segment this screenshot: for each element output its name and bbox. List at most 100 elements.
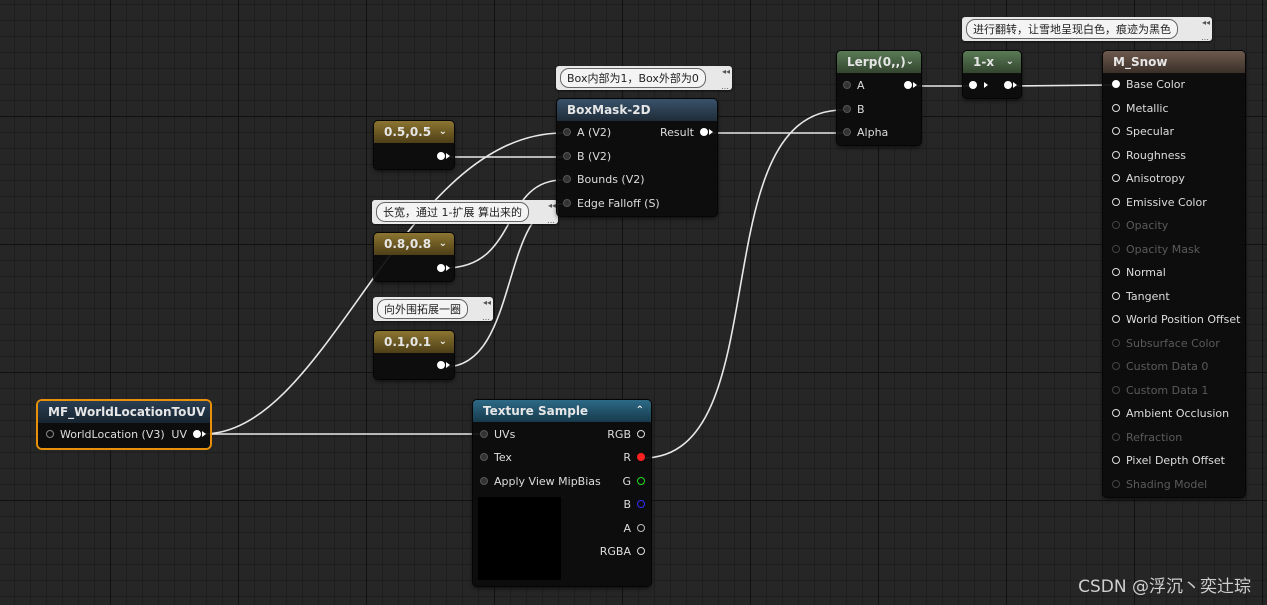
material-input-pin[interactable]: Ambient Occlusion	[1112, 406, 1229, 422]
output-pin-rgb[interactable]: RGB	[607, 427, 645, 443]
material-input-pin[interactable]: Specular	[1112, 124, 1174, 140]
one-minus-node[interactable]: 1-x ⌄	[963, 51, 1021, 98]
function-node-worldlocation-to-uv[interactable]: MF_WorldLocationToUV WorldLocation (V3) …	[38, 401, 210, 448]
comment-size[interactable]: 长宽，通过 1-扩展 算出来的 ◂◂ …	[372, 200, 558, 225]
output-pin-rgba[interactable]: RGBA	[600, 544, 645, 560]
pin-label: Tangent	[1126, 289, 1170, 303]
output-pin-uv[interactable]: UV	[171, 427, 206, 443]
pin-label: Alpha	[857, 126, 889, 139]
pin-icon	[1112, 456, 1120, 464]
pin-label: G	[622, 475, 631, 488]
comment-size-text: 长宽，通过 1-扩展 算出来的	[376, 202, 529, 222]
comment-invert[interactable]: 进行翻转，让雪地呈现白色，痕迹为黑色 ◂◂ …	[962, 17, 1212, 42]
node-header[interactable]: 0.5,0.5 ⌄	[374, 121, 454, 143]
output-pin-result[interactable]: Result	[660, 125, 713, 141]
pin-label: WorldLocation (V3)	[60, 428, 165, 441]
boxmask-2d-node[interactable]: BoxMask-2D A (V2) B (V2) Bounds (V2) Edg…	[557, 99, 717, 216]
material-result-node[interactable]: M_Snow Base Color Metallic Specular Roughne…	[1103, 51, 1245, 497]
ellipsis-icon[interactable]: …	[482, 313, 490, 322]
pin-icon	[1112, 103, 1120, 112]
material-input-pin[interactable]: Base Color	[1112, 77, 1185, 93]
input-pin-bounds[interactable]: Bounds (V2)	[563, 172, 645, 188]
pin-label: World Position Offset	[1126, 313, 1241, 326]
pin-label: Emissive Color	[1126, 195, 1207, 209]
texture-sample-node[interactable]: Texture Sample ⌃ UVs Tex Apply View MipB…	[473, 400, 651, 586]
node-title: 0.1,0.1	[384, 335, 432, 349]
node-header[interactable]: 1-x ⌄	[963, 51, 1021, 73]
material-input-pin[interactable]: Roughness	[1112, 148, 1186, 164]
pin-icon	[1112, 150, 1120, 159]
output-pin[interactable]	[431, 261, 450, 277]
pin-icon[interactable]: ◂◂	[548, 201, 556, 210]
pin-label: B	[857, 103, 865, 116]
output-pin-g[interactable]: G	[622, 474, 645, 490]
pin-icon[interactable]: ◂◂	[1202, 18, 1210, 27]
constant-node-3[interactable]: 0.1,0.1 ⌄	[374, 331, 454, 379]
input-pin-alpha[interactable]: Alpha	[843, 125, 888, 141]
chevron-down-icon[interactable]: ⌄	[1006, 51, 1014, 73]
node-header[interactable]: MF_WorldLocationToUV	[38, 401, 210, 423]
pin-icon	[1112, 244, 1120, 253]
chevron-down-icon[interactable]: ⌄	[439, 331, 447, 353]
input-pin-b[interactable]: B	[843, 102, 865, 118]
comment-boxmask-text: Box内部为1，Box外部为0	[560, 68, 706, 88]
pin-label: RGBA	[599, 545, 631, 558]
node-header[interactable]: 0.1,0.1 ⌄	[374, 331, 454, 353]
material-input-pin: Subsurface Color	[1112, 336, 1220, 352]
output-pin-r[interactable]: R	[623, 450, 645, 466]
input-pin-edge-falloff[interactable]: Edge Falloff (S)	[563, 196, 660, 212]
material-input-pin: Opacity	[1112, 218, 1168, 234]
pin-icon[interactable]: ◂◂	[483, 298, 491, 307]
output-pin-a[interactable]: A	[623, 521, 645, 537]
pin-icon[interactable]: ◂◂	[722, 67, 730, 76]
input-pin-b[interactable]: B (V2)	[563, 149, 611, 165]
input-pin-uvs[interactable]: UVs	[480, 427, 515, 443]
output-pin[interactable]	[431, 358, 450, 374]
material-input-pin[interactable]: Tangent	[1112, 289, 1170, 305]
chevron-down-icon[interactable]: ⌄	[439, 233, 447, 255]
pin-label: Subsurface Color	[1126, 336, 1220, 350]
node-header[interactable]: M_Snow	[1103, 51, 1245, 73]
material-input-pin[interactable]: Metallic	[1112, 101, 1169, 117]
material-input-pin[interactable]: World Position Offset	[1112, 312, 1240, 328]
ellipsis-icon[interactable]: …	[547, 216, 555, 225]
node-title: Texture Sample	[483, 404, 589, 418]
pin-icon	[1112, 432, 1120, 441]
material-input-pin: Shading Model	[1112, 477, 1207, 493]
pin-label: Opacity Mask	[1126, 242, 1201, 256]
output-pin[interactable]	[898, 78, 917, 94]
node-title: 0.8,0.8	[384, 237, 432, 251]
chevron-down-icon[interactable]: ⌄	[906, 51, 914, 73]
input-pin-worldlocation[interactable]: WorldLocation (V3)	[46, 427, 165, 443]
input-pin[interactable]	[969, 78, 988, 94]
pin-label: A	[857, 79, 865, 92]
output-pin-b[interactable]: B	[623, 497, 645, 513]
input-pin-mipbias[interactable]: Apply View MipBias	[480, 474, 601, 490]
lerp-node[interactable]: Lerp(0,,) ⌄ A B Alpha	[837, 51, 921, 145]
material-input-pin[interactable]: Anisotropy	[1112, 171, 1185, 187]
ellipsis-icon[interactable]: …	[721, 82, 729, 91]
node-header[interactable]: Texture Sample ⌃	[473, 400, 651, 422]
input-pin-tex[interactable]: Tex	[480, 450, 512, 466]
node-header[interactable]: Lerp(0,,) ⌄	[837, 51, 921, 73]
comment-boxmask[interactable]: Box内部为1，Box外部为0 ◂◂ …	[556, 66, 732, 91]
pin-label: A (V2)	[577, 126, 612, 139]
material-input-pin: Refraction	[1112, 430, 1182, 446]
constant-node-1[interactable]: 0.5,0.5 ⌄	[374, 121, 454, 169]
constant-node-2[interactable]: 0.8,0.8 ⌄	[374, 233, 454, 281]
input-pin-a[interactable]: A (V2)	[563, 125, 611, 141]
chevron-up-icon[interactable]: ⌃	[636, 400, 644, 422]
material-input-pin[interactable]: Normal	[1112, 265, 1166, 281]
output-pin[interactable]	[431, 149, 450, 165]
chevron-down-icon[interactable]: ⌄	[439, 121, 447, 143]
input-pin-a[interactable]: A	[843, 78, 865, 94]
material-input-pin[interactable]: Emissive Color	[1112, 195, 1207, 211]
pin-icon	[1112, 291, 1120, 300]
comment-expand[interactable]: 向外围拓展一圈 ◂◂ …	[373, 297, 493, 322]
output-pin[interactable]	[998, 78, 1017, 94]
ellipsis-icon[interactable]: …	[1201, 33, 1209, 42]
node-header[interactable]: BoxMask-2D	[557, 99, 717, 121]
material-input-pin[interactable]: Pixel Depth Offset	[1112, 453, 1225, 469]
comment-invert-text: 进行翻转，让雪地呈现白色，痕迹为黑色	[966, 19, 1178, 39]
node-header[interactable]: 0.8,0.8 ⌄	[374, 233, 454, 255]
